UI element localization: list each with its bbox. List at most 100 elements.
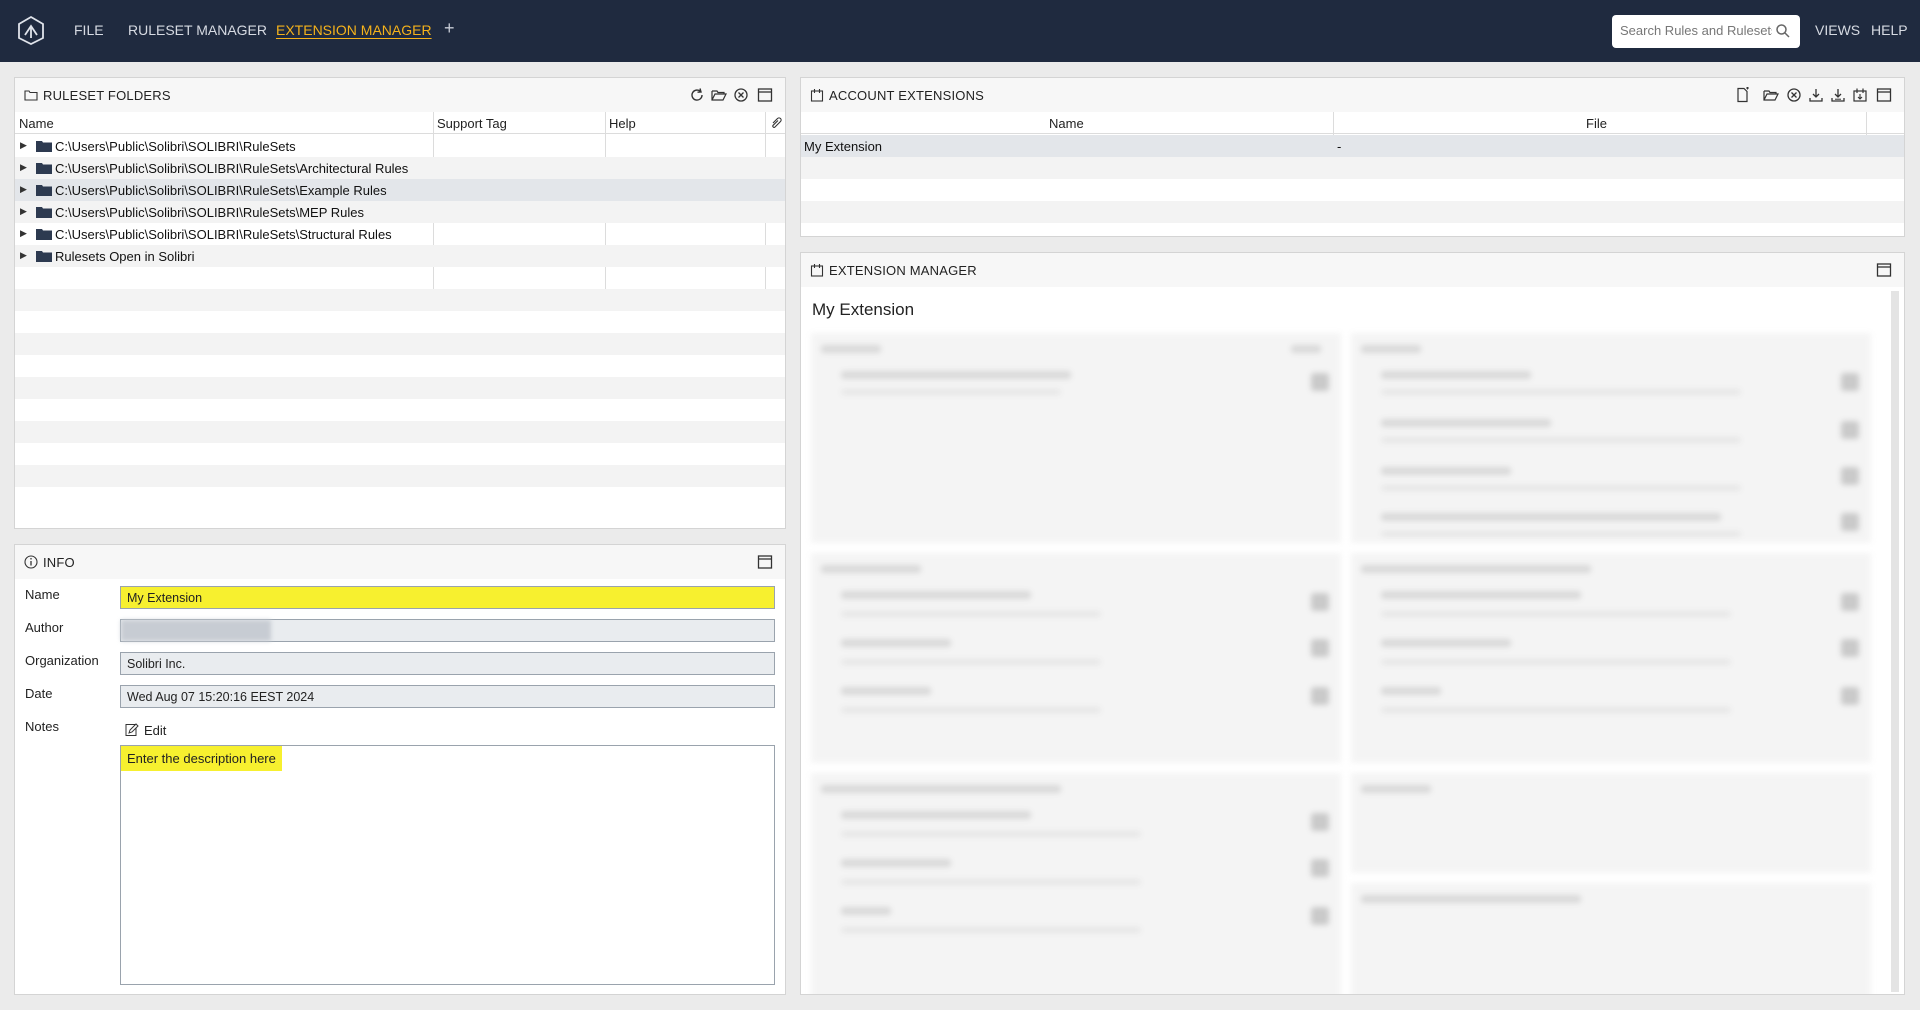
redacted-author xyxy=(121,620,271,641)
open-folder-icon[interactable] xyxy=(711,87,727,103)
ruleset-folders-panel: RULESET FOLDERS Name Support Tag Help ▶ … xyxy=(14,77,786,529)
new-file-icon[interactable] xyxy=(1735,87,1751,103)
panel-title: EXTENSION MANAGER xyxy=(829,263,977,278)
menu-help[interactable]: HELP xyxy=(1871,22,1908,38)
tree-row-label: C:\Users\Public\Solibri\SOLIBRI\RuleSets… xyxy=(55,183,387,198)
panel-title: ACCOUNT EXTENSIONS xyxy=(829,88,985,103)
folder-icon xyxy=(36,185,52,196)
edit-icon xyxy=(125,723,139,736)
tree-row[interactable]: ▶ C:\Users\Public\Solibri\SOLIBRI\RuleSe… xyxy=(15,201,785,223)
folder-icon xyxy=(36,141,52,152)
extension-icon xyxy=(810,264,824,277)
tree-row[interactable]: ▶ Rulesets Open in Solibri xyxy=(15,245,785,267)
tree-row-label: C:\Users\Public\Solibri\SOLIBRI\RuleSets… xyxy=(55,205,364,220)
empty-row xyxy=(15,487,785,509)
maximize-panel-icon[interactable] xyxy=(757,87,773,103)
tree-row-label: C:\Users\Public\Solibri\SOLIBRI\RuleSets xyxy=(55,139,296,154)
name-label: Name xyxy=(25,587,60,602)
close-circle-icon[interactable] xyxy=(733,87,749,103)
blurred-section xyxy=(811,333,1341,543)
expand-arrow-icon[interactable]: ▶ xyxy=(20,140,27,151)
refresh-icon[interactable] xyxy=(689,87,705,103)
notes-textarea[interactable]: Enter the description here xyxy=(120,745,775,985)
column-support-tag[interactable]: Support Tag xyxy=(437,116,507,131)
table-header: Name Support Tag Help xyxy=(15,112,785,134)
author-label: Author xyxy=(25,620,64,635)
empty-row xyxy=(15,289,785,311)
panel-header: EXTENSION MANAGER xyxy=(801,253,1904,287)
tree-row[interactable]: ▶ C:\Users\Public\Solibri\SOLIBRI\RuleSe… xyxy=(15,157,785,179)
empty-row xyxy=(15,333,785,355)
tree-row-label: Rulesets Open in Solibri xyxy=(55,249,195,264)
folder-icon xyxy=(36,229,52,240)
expand-arrow-icon[interactable]: ▶ xyxy=(20,250,27,261)
column-file[interactable]: File xyxy=(1586,116,1607,131)
account-extensions-panel: ACCOUNT EXTENSIONS Name File My Extensio… xyxy=(800,77,1905,237)
search-icon[interactable] xyxy=(1775,23,1791,39)
empty-row xyxy=(801,157,1904,179)
folder-outline-icon xyxy=(24,90,38,101)
tree-row-label: C:\Users\Public\Solibri\SOLIBRI\RuleSets… xyxy=(55,227,392,242)
solibri-logo-icon[interactable] xyxy=(16,15,46,45)
menu-extension-manager[interactable]: EXTENSION MANAGER xyxy=(276,22,432,38)
empty-row xyxy=(15,421,785,443)
column-help[interactable]: Help xyxy=(609,116,636,131)
expand-arrow-icon[interactable]: ▶ xyxy=(20,206,27,217)
author-field[interactable] xyxy=(120,619,775,642)
folder-icon xyxy=(36,207,52,218)
close-circle-icon[interactable] xyxy=(1786,87,1802,103)
extension-heading: My Extension xyxy=(812,300,915,319)
date-field[interactable]: Wed Aug 07 15:20:16 EEST 2024 xyxy=(120,685,775,708)
search-box[interactable] xyxy=(1612,15,1800,48)
tree-row-selected[interactable]: ▶ C:\Users\Public\Solibri\SOLIBRI\RuleSe… xyxy=(15,179,785,201)
extension-file-cell: - xyxy=(1337,139,1342,154)
add-tab-button[interactable]: + xyxy=(444,18,455,39)
maximize-panel-icon[interactable] xyxy=(1876,262,1892,278)
expand-arrow-icon[interactable]: ▶ xyxy=(20,228,27,239)
date-label: Date xyxy=(25,686,53,701)
extension-name-cell: My Extension xyxy=(804,139,883,154)
notes-label: Notes xyxy=(25,719,59,734)
extension-row-selected[interactable]: My Extension - xyxy=(801,135,1904,157)
menu-ruleset-manager[interactable]: RULESET MANAGER xyxy=(128,22,267,38)
empty-row xyxy=(15,443,785,465)
name-field[interactable]: My Extension xyxy=(120,586,775,609)
notes-text: Enter the description here xyxy=(121,746,282,771)
vertical-scrollbar[interactable] xyxy=(1891,291,1899,992)
open-folder-icon[interactable] xyxy=(1763,87,1779,103)
extension-manager-panel: EXTENSION MANAGER My Extension xyxy=(800,252,1905,995)
folder-icon xyxy=(36,163,52,174)
tree-row[interactable]: ▶ C:\Users\Public\Solibri\SOLIBRI\RuleSe… xyxy=(15,223,785,245)
panel-header: INFO xyxy=(15,545,785,579)
expand-arrow-icon[interactable]: ▶ xyxy=(20,184,27,195)
top-bar: FILE RULESET MANAGER EXTENSION MANAGER +… xyxy=(0,0,1920,62)
blurred-extension-content xyxy=(811,333,1882,994)
empty-row xyxy=(801,179,1904,201)
download-alt-icon[interactable] xyxy=(1830,87,1846,103)
table-header: Name File xyxy=(801,112,1904,134)
empty-row xyxy=(15,465,785,487)
empty-row xyxy=(15,355,785,377)
blurred-section xyxy=(1351,553,1871,763)
empty-row xyxy=(15,267,785,289)
maximize-panel-icon[interactable] xyxy=(757,554,773,570)
attachment-icon[interactable] xyxy=(769,116,783,130)
search-input[interactable] xyxy=(1612,15,1772,46)
menu-file[interactable]: FILE xyxy=(74,22,104,38)
organization-field[interactable]: Solibri Inc. xyxy=(120,652,775,675)
panel-title: RULESET FOLDERS xyxy=(43,88,171,103)
empty-row xyxy=(801,201,1904,223)
tree-row[interactable]: ▶ C:\Users\Public\Solibri\SOLIBRI\RuleSe… xyxy=(15,135,785,157)
edit-label: Edit xyxy=(144,723,167,738)
column-name[interactable]: Name xyxy=(19,116,54,131)
folder-icon xyxy=(36,251,52,262)
panel-header: ACCOUNT EXTENSIONS xyxy=(801,78,1904,112)
menu-views[interactable]: VIEWS xyxy=(1815,22,1860,38)
maximize-panel-icon[interactable] xyxy=(1876,87,1892,103)
column-name[interactable]: Name xyxy=(1049,116,1084,131)
download-icon[interactable] xyxy=(1808,87,1824,103)
panel-header: RULESET FOLDERS xyxy=(15,78,785,112)
extension-export-icon[interactable] xyxy=(1852,87,1868,103)
organization-label: Organization xyxy=(25,653,99,668)
expand-arrow-icon[interactable]: ▶ xyxy=(20,162,27,173)
